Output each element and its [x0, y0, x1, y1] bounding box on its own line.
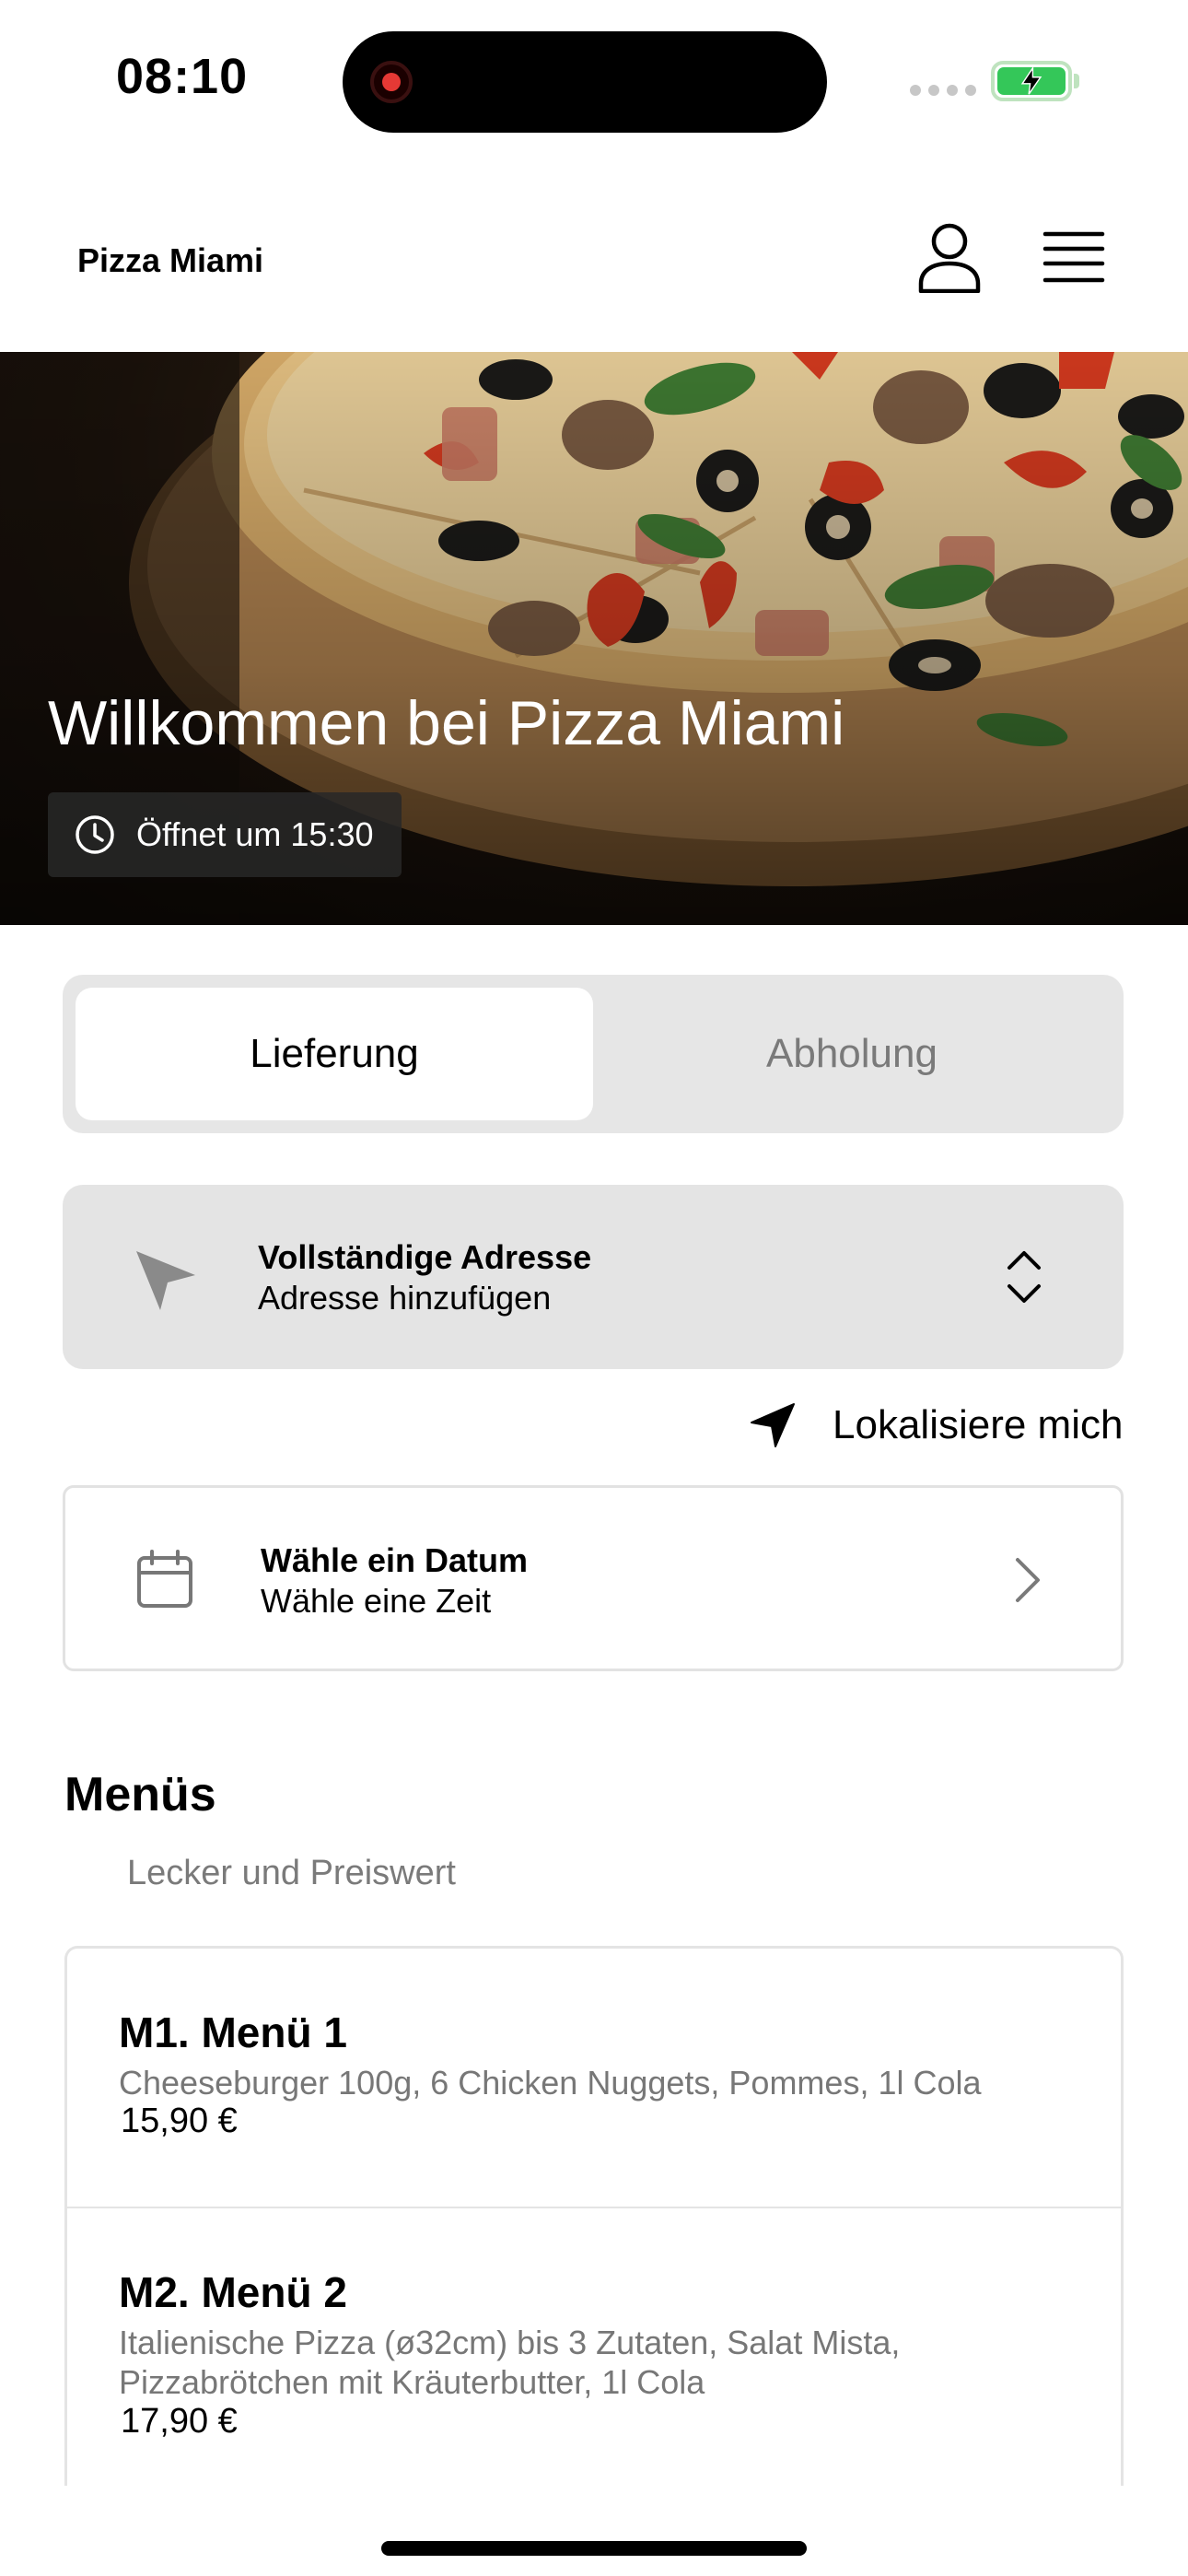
menu-item-title: M1. Menü 1 — [119, 2008, 347, 2056]
tab-delivery[interactable]: Lieferung — [76, 988, 593, 1120]
menu-item[interactable]: M2. Menü 2 Italienische Pizza (ø32cm) bi… — [67, 2208, 1121, 2486]
menu-item-title: M2. Menü 2 — [119, 2268, 347, 2316]
delivery-mode-toggle: Lieferung Abholung — [63, 975, 1124, 1133]
date-subtitle: Wähle eine Zeit — [261, 1582, 492, 1620]
battery-charging-icon — [991, 61, 1072, 101]
address-subtitle: Adresse hinzufügen — [258, 1279, 552, 1317]
home-indicator[interactable] — [381, 2541, 807, 2556]
status-bar: 08:10 — [0, 0, 1188, 157]
hero-title: Willkommen bei Pizza Miami — [48, 688, 845, 758]
menu-item-description: Cheeseburger 100g, 6 Chicken Nuggets, Po… — [119, 2064, 982, 2102]
address-title: Vollständige Adresse — [258, 1238, 592, 1276]
menu-item-price: 15,90 € — [121, 2102, 238, 2140]
locate-me-label: Lokalisiere mich — [833, 1402, 1124, 1447]
menu-icon[interactable] — [1042, 230, 1105, 284]
date-time-selector[interactable]: Wähle ein Datum Wähle eine Zeit — [63, 1485, 1124, 1671]
signal-icon — [910, 85, 976, 96]
opening-hours-badge: Öffnet um 15:30 — [48, 792, 402, 877]
screen-recording-icon — [370, 61, 413, 103]
navigation-arrow-icon — [136, 1251, 195, 1310]
brand-name[interactable]: Pizza Miami — [77, 241, 263, 280]
location-arrow-icon — [751, 1403, 795, 1447]
calendar-icon — [137, 1550, 192, 1608]
dynamic-island — [343, 31, 827, 133]
tab-pickup[interactable]: Abholung — [593, 988, 1111, 1120]
locate-me-button[interactable]: Lokalisiere mich — [748, 1400, 1123, 1450]
user-icon[interactable] — [917, 221, 982, 293]
opening-hours-text: Öffnet um 15:30 — [136, 815, 374, 853]
menus-subtitle: Lecker und Preiswert — [127, 1854, 456, 1892]
menu-item-description: Italienische Pizza (ø32cm) bis 3 Zutaten… — [119, 2324, 901, 2401]
address-selector[interactable]: Vollständige Adresse Adresse hinzufügen — [63, 1185, 1124, 1369]
app-header: Pizza Miami — [0, 184, 1188, 352]
menu-item-price: 17,90 € — [121, 2402, 238, 2441]
menus-title: Menüs — [64, 1768, 216, 1821]
menu-item[interactable]: M1. Menü 1 Cheeseburger 100g, 6 Chicken … — [67, 1949, 1121, 2208]
clock-icon — [76, 815, 114, 854]
chevron-right-icon — [1016, 1558, 1040, 1602]
battery-nub — [1074, 74, 1079, 88]
chevron-up-down-icon — [1007, 1251, 1041, 1303]
hero-banner: Willkommen bei Pizza Miami Öffnet um 15:… — [0, 352, 1188, 925]
menu-list: M1. Menü 1 Cheeseburger 100g, 6 Chicken … — [64, 1946, 1124, 2486]
date-title: Wähle ein Datum — [261, 1541, 529, 1579]
status-time: 08:10 — [116, 49, 249, 104]
